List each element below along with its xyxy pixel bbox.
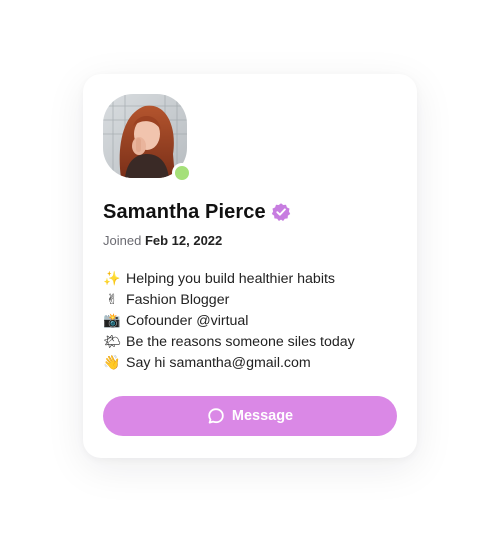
bio-text: Fashion Blogger	[126, 292, 230, 309]
page: Samantha Pierce Joined Feb 12, 2022 ✨ He…	[0, 0, 500, 548]
bio-item: ✨ Helping you build healthier habits	[102, 269, 355, 290]
message-button[interactable]: Message	[103, 396, 397, 436]
bio-item: 👋 Say hi samantha@gmail.com	[102, 352, 355, 373]
verified-badge-icon	[271, 202, 291, 222]
bio-item: ✌ Fashion Blogger	[102, 290, 355, 311]
online-status-indicator	[172, 163, 192, 183]
profile-name: Samantha Pierce	[103, 200, 266, 223]
bio-text: Helping you build healthier habits	[126, 271, 336, 288]
profile-card: Samantha Pierce Joined Feb 12, 2022 ✨ He…	[83, 74, 417, 458]
avatar-container	[103, 94, 192, 183]
sparkles-icon: ✨	[103, 271, 121, 288]
bio-item: 📸 Cofounder @virtual	[102, 311, 355, 332]
bio-text: Be the reasons someone siles today	[126, 333, 355, 350]
bio-text: Say hi samantha@gmail.com	[126, 354, 311, 371]
bio-item: 🌤 Be the reasons someone siles today	[102, 331, 355, 352]
victory-hand-icon: ✌	[106, 292, 118, 309]
sun-behind-cloud-icon: 🌤	[103, 333, 121, 350]
joined-label: Joined	[103, 233, 142, 248]
message-circle-icon	[207, 407, 225, 425]
camera-flash-icon: 📸	[103, 312, 121, 329]
joined-date-row: Joined Feb 12, 2022	[103, 233, 222, 248]
name-row: Samantha Pierce	[103, 200, 291, 224]
waving-hand-icon: 👋	[103, 354, 121, 371]
joined-date: Feb 12, 2022	[144, 233, 223, 248]
bio-list: ✨ Helping you build healthier habits ✌ F…	[102, 269, 355, 373]
bio-text: Cofounder @virtual	[126, 312, 249, 329]
message-button-label: Message	[231, 408, 294, 424]
